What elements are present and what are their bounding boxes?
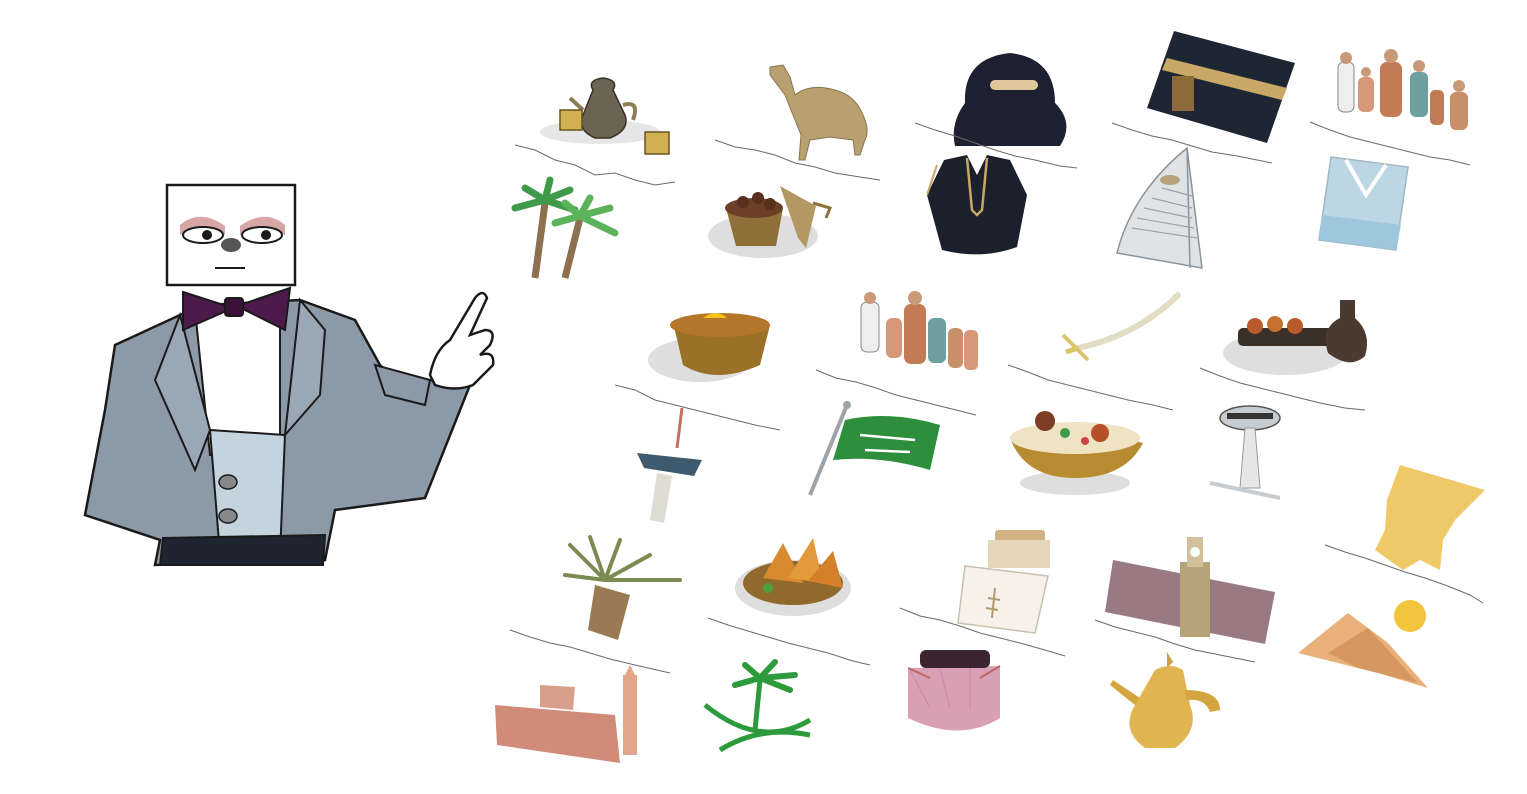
desert-dunes-sun-icon [1298, 598, 1433, 693]
coffee-pot-with-cups-icon [514, 70, 685, 195]
palm-tree-trunk-icon [509, 535, 685, 675]
saudi-flag-icon [805, 400, 943, 497]
crown-icon [1324, 460, 1485, 605]
tv-tower-icon [632, 407, 712, 526]
mud-fort-icon [495, 665, 645, 765]
palm-swords-emblem-icon [700, 659, 818, 753]
palm-trees-icon [511, 176, 625, 283]
abaya-icon [922, 155, 1032, 260]
dallah-coffee-pot-icon [1105, 650, 1225, 755]
clock-tower-icon [1094, 532, 1275, 667]
camel-icon [714, 55, 885, 190]
water-tower-icon [1205, 403, 1295, 505]
dates-bowl-icon [708, 178, 833, 263]
samosa-plate-icon [707, 533, 873, 668]
water-glass-icon [1316, 155, 1411, 253]
burj-al-arab-icon [1112, 146, 1212, 273]
illustration-canvas [0, 0, 1527, 794]
family-group-icon [1309, 42, 1490, 172]
kabsa-rice-dish-icon [1005, 393, 1145, 503]
grilled-meat-platter-icon [1199, 298, 1370, 418]
box-head-gentleman-character [83, 180, 505, 567]
perfume-bottle-icon [899, 528, 1070, 663]
shemagh-headdress-icon [900, 648, 1010, 738]
kaaba-icon [1111, 28, 1297, 164]
